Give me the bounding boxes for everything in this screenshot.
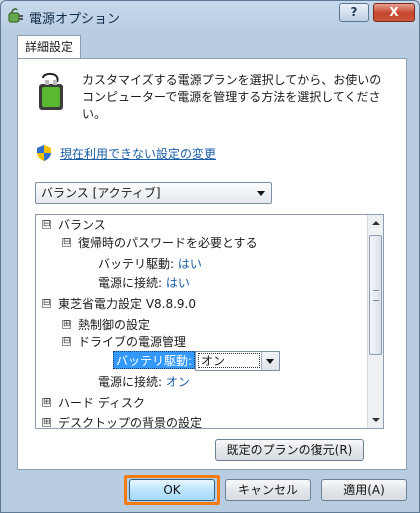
uac-shield-icon	[37, 145, 51, 161]
grip-icon	[373, 290, 379, 301]
title-bar[interactable]: 電源オプション ? X	[1, 1, 419, 31]
close-button[interactable]: X	[373, 3, 415, 22]
tree-item-hard-disk[interactable]: ⊞ ハード ディスク	[42, 394, 145, 412]
power-plan-value: バランス [アクティブ]	[41, 186, 161, 200]
tree-item-balance[interactable]: ⊟ バランス	[42, 216, 106, 234]
tree-item-plugged-in-value[interactable]: 電源に接続: はい	[98, 274, 190, 292]
expand-icon[interactable]: ⊞	[42, 398, 51, 407]
expand-icon[interactable]: ⊞	[42, 418, 51, 427]
tree-scrollbar[interactable]	[367, 215, 383, 428]
collapse-icon[interactable]: ⊟	[42, 220, 51, 229]
window-title: 電源オプション	[29, 12, 121, 27]
settings-tree[interactable]: ⊟ バランス ⊟ 復帰時のパスワードを必要とする バッテリ駆動: はい 電源に接…	[35, 214, 384, 429]
scrollbar-thumb[interactable]	[369, 235, 382, 355]
help-button[interactable]: ?	[339, 3, 369, 22]
tree-item-drive-plugged-in[interactable]: 電源に接続: オン	[98, 373, 190, 391]
ok-button[interactable]: OK	[129, 479, 215, 501]
collapse-icon[interactable]: ⊟	[42, 299, 51, 308]
battery-plug-icon	[39, 72, 63, 110]
tree-item-desktop-background[interactable]: ⊞ デスクトップの背景の設定	[42, 414, 202, 428]
apply-button[interactable]: 適用(A)	[321, 479, 407, 501]
expand-icon[interactable]: ⊞	[62, 320, 71, 329]
power-plug-icon	[8, 8, 23, 23]
tree-item-toshiba-power-saver[interactable]: ⊟ 東芝省電力設定 V8.8.9.0	[42, 295, 196, 313]
chevron-down-icon	[257, 191, 265, 196]
drive-plugged-in-value[interactable]: オン	[166, 375, 190, 389]
settings-panel: カスタマイズする電源プランを選択してから、お使いのコンピューターで電源を管理する…	[17, 58, 407, 470]
restore-defaults-button[interactable]: 既定のプランの復元(R)	[215, 439, 364, 461]
collapse-icon[interactable]: ⊟	[62, 337, 71, 346]
chevron-down-icon[interactable]	[261, 352, 279, 370]
power-plan-dropdown[interactable]: バランス [アクティブ]	[35, 182, 272, 204]
scroll-up-icon[interactable]	[368, 215, 383, 231]
cancel-button[interactable]: キャンセル	[225, 479, 311, 501]
change-unavailable-settings-link[interactable]: 現在利用できない設定の変更	[60, 145, 216, 162]
battery-value[interactable]: はい	[178, 257, 202, 271]
tab-advanced-settings[interactable]: 詳細設定	[17, 35, 81, 59]
collapse-icon[interactable]: ⊟	[62, 238, 71, 247]
selected-battery-label[interactable]: バッテリ駆動:	[113, 351, 196, 369]
tree-item-battery-value[interactable]: バッテリ駆動: はい	[98, 255, 202, 273]
plan-description: カスタマイズする電源プランを選択してから、お使いのコンピューターで電源を管理する…	[82, 73, 382, 121]
scroll-down-icon[interactable]	[368, 412, 383, 428]
battery-setting-value: オン	[198, 353, 260, 368]
tree-item-password-on-wake[interactable]: ⊟ 復帰時のパスワードを必要とする	[62, 234, 258, 252]
tree-item-drive-power[interactable]: ⊟ ドライブの電源管理	[62, 333, 186, 351]
power-options-window: 電源オプション ? X 詳細設定 カスタマイズする電源プランを選択してから、お使…	[0, 0, 420, 513]
tree-item-thermal-control[interactable]: ⊞ 熱制御の設定	[62, 316, 150, 334]
battery-setting-dropdown[interactable]: オン	[195, 351, 280, 371]
plugged-in-value[interactable]: はい	[166, 276, 190, 290]
